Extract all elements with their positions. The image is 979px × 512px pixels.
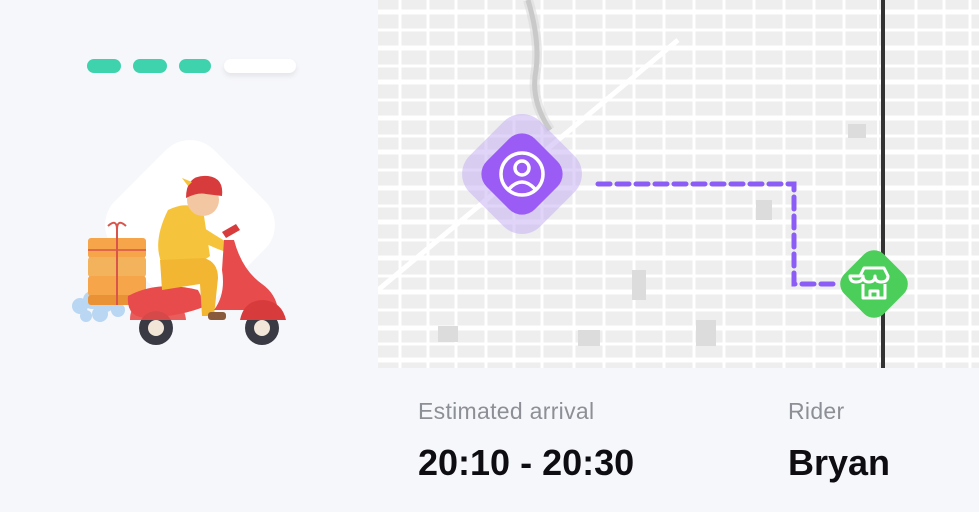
- progress-step-4: [224, 59, 296, 73]
- progress-step-3: [179, 59, 211, 73]
- rider-name: Bryan: [788, 442, 891, 483]
- rider-shoe: [208, 312, 226, 320]
- user-location-marker[interactable]: [434, 86, 610, 262]
- estimated-arrival-value: 20:10 - 20:30: [418, 442, 635, 483]
- rider-label: Rider: [788, 398, 845, 424]
- store-location-marker[interactable]: [826, 236, 922, 332]
- delivery-map[interactable]: [378, 0, 979, 368]
- delivery-info-panel: Estimated arrival 20:10 - 20:30 Rider Br…: [378, 368, 979, 512]
- delivery-rider-illustration: [72, 140, 286, 345]
- progress-step-2: [133, 59, 167, 73]
- progress-step-1: [87, 59, 121, 73]
- estimated-arrival-label: Estimated arrival: [418, 398, 595, 424]
